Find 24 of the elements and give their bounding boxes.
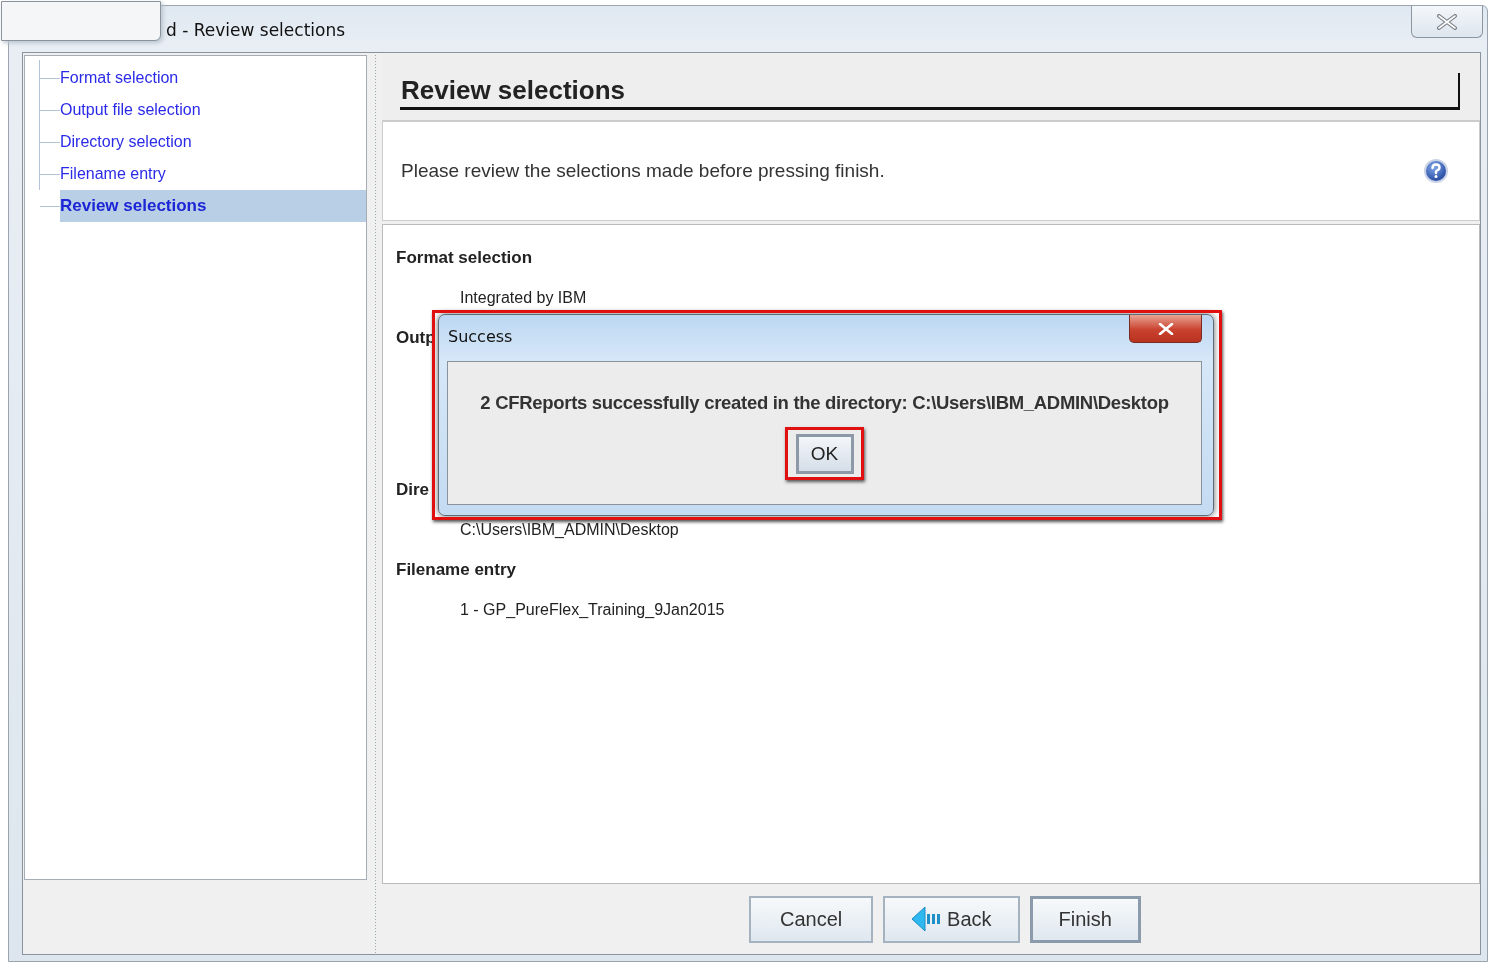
description-text: Please review the selections made before pressing finish. xyxy=(401,160,885,182)
back-button[interactable]: Back xyxy=(883,895,1020,943)
step-item[interactable]: Format selection xyxy=(60,62,366,94)
section-heading: Format selection xyxy=(396,247,533,269)
section-value: Integrated by IBM xyxy=(460,288,587,308)
wizard-button[interactable]: Finish xyxy=(1029,895,1141,943)
close-icon xyxy=(1157,322,1174,335)
section-heading: Dire xyxy=(396,479,430,501)
close-button[interactable] xyxy=(1129,315,1202,343)
dialog-message: 2 CFReports successfully created in the directory: C:\Users\IBM_ADMIN\Desktop xyxy=(480,392,1169,414)
section-value: C:\Users\IBM_ADMIN\Desktop xyxy=(460,520,679,540)
close-icon xyxy=(1436,13,1458,30)
help-icon[interactable] xyxy=(1423,158,1449,184)
section-heading: Filename entry xyxy=(396,559,516,581)
window-title: d - Review selections xyxy=(166,20,346,40)
wizard-button[interactable]: Cancel xyxy=(749,895,874,943)
page-title: Review selections xyxy=(400,73,1460,110)
ok-button[interactable]: OK xyxy=(795,434,854,474)
section-value: 1 - GP_PureFlex_Training_9Jan2015 xyxy=(460,600,725,620)
step-item[interactable]: Output file selection xyxy=(60,94,366,126)
step-item[interactable]: Review selections xyxy=(60,190,366,222)
step-item[interactable]: Directory selection xyxy=(60,126,366,158)
step-item[interactable]: Filename entry xyxy=(60,158,366,190)
dialog-title: Success xyxy=(448,327,513,346)
